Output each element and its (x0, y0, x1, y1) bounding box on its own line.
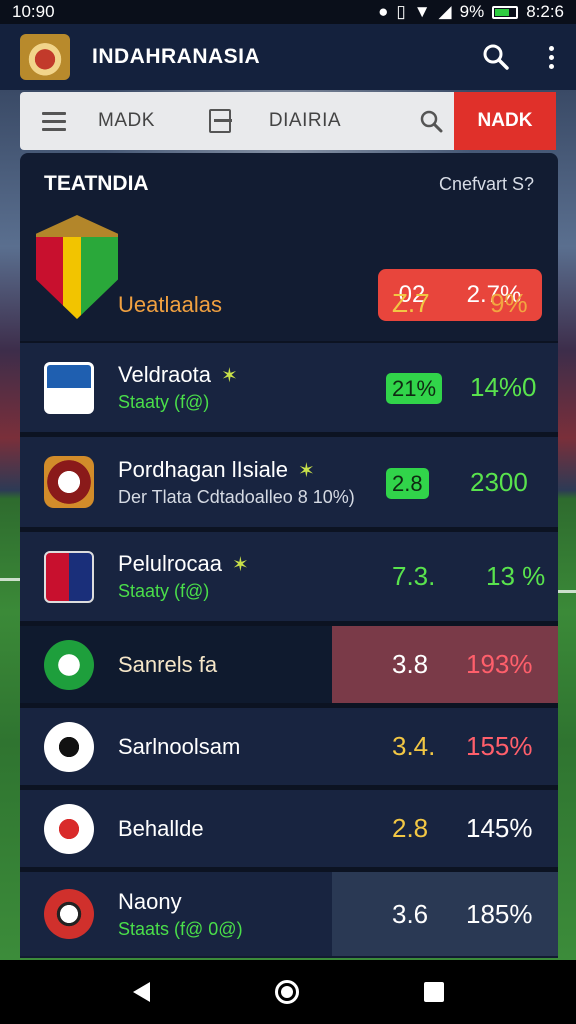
team-info: Pelulrocaa ✶ Staaty (f@) (118, 551, 249, 602)
table-row[interactable]: Sanrels fa 3.8 193% (20, 626, 558, 708)
team-name: Pelulrocaa (118, 551, 222, 576)
toolbar-tab-2[interactable]: DIAIRIA (269, 110, 341, 132)
table-row[interactable]: Pordhagan lIsiale ✶ Der Tlata Cdtadoalleo… (20, 437, 558, 532)
team-value-2: 193% (466, 649, 533, 679)
team-value-1: 3.4. (392, 731, 436, 761)
team-subtitle: Staaty (f@) (118, 581, 210, 601)
wifi-icon: ▼ (413, 2, 431, 21)
card-header: TEATNDIA Cnefvart S? (20, 153, 558, 215)
app-bar: INDAHRANASIA (0, 24, 576, 90)
value-pill: 21% (386, 373, 443, 404)
toolbar-tab-1[interactable]: MADK (98, 110, 155, 132)
recents-icon[interactable] (423, 982, 444, 1002)
team-info: Sarlnoolsam (118, 734, 240, 760)
table-row[interactable]: Behallde 2.8 145% (20, 790, 558, 872)
team-value-2: 2300 (470, 466, 528, 497)
toolbar-search-icon[interactable] (419, 109, 443, 133)
team-value-1: 3.6 (392, 898, 429, 929)
pitch-line (556, 590, 576, 593)
team-badge (44, 803, 94, 854)
team-name: Behallde (118, 815, 204, 841)
team-value-2: 13 % (486, 561, 546, 591)
menu-icon[interactable] (42, 111, 66, 131)
search-icon[interactable] (482, 43, 510, 71)
table-row[interactable]: Naony Staats (f@ 0@) 3.6 185% (20, 872, 558, 956)
team-info: Veldraota ✶ Staaty (f@) (118, 362, 238, 413)
toolbar-action-button[interactable]: NADK (454, 92, 556, 150)
team-value-2: 14%0 (470, 372, 537, 402)
app-logo (20, 34, 70, 80)
team-value-2: 185% (466, 898, 533, 929)
pitch-line (0, 578, 20, 581)
team-subtitle: Staaty (f@) (118, 392, 210, 412)
team-subtitle: Der Tlata Cdtadoalleo 8 10%) (118, 486, 355, 507)
featured-team-name: Ueatlaalas (118, 292, 222, 317)
team-value-1: 3.8 (392, 649, 429, 679)
team-info: Behallde (118, 816, 204, 842)
team-value-1: 2.8 (392, 813, 429, 843)
system-nav-bar (0, 960, 576, 1024)
featured-team-row[interactable]: 02 2.7% Ueatlaalas Z.7 9% (20, 215, 558, 343)
team-badge (44, 361, 94, 414)
table-row[interactable]: Pelulrocaa ✶ Staaty (f@) 7.3. 13 % (20, 532, 558, 626)
app-bar-actions (482, 43, 556, 71)
signal-icon: ◢ (438, 2, 452, 21)
table-row[interactable]: Sarlnoolsam 3.4. 155% (20, 708, 558, 790)
team-name: Sanrels fa (118, 651, 218, 677)
team-value-1: 21% (386, 372, 443, 404)
team-name: Naony (118, 888, 182, 914)
featured-team-crest (36, 215, 118, 319)
team-value-1: 7.3. (392, 561, 436, 591)
team-value-2: 155% (466, 731, 533, 761)
team-badge (44, 639, 94, 690)
featured-value-1: Z.7 (392, 288, 430, 318)
team-name: Pordhagan lIsiale (118, 456, 289, 482)
location-icon: ● (378, 2, 389, 21)
document-icon[interactable] (208, 109, 232, 133)
battery-icon (492, 5, 519, 19)
star-icon[interactable]: ✶ (298, 460, 315, 482)
status-bar: 10:90 ● ▯ ▼ ◢ 9% 8:2:6 (0, 0, 576, 24)
team-subtitle: Staats (f@ 0@) (118, 918, 243, 939)
star-icon[interactable]: ✶ (221, 365, 238, 387)
standings-card: TEATNDIA Cnefvart S? 02 2.7% Ueatlaalas … (20, 153, 558, 958)
team-value-1: 2.8 (386, 467, 429, 499)
team-info: Pordhagan lIsiale ✶ Der Tlata Cdtadoalleo… (118, 457, 355, 508)
toolbar: MADK DIAIRIA NADK (20, 92, 556, 150)
team-badge (44, 721, 94, 772)
team-name: Veldraota (118, 362, 211, 387)
team-badge (44, 550, 94, 603)
star-icon[interactable]: ✶ (232, 554, 249, 576)
back-icon[interactable] (132, 982, 150, 1002)
team-badge (44, 456, 94, 508)
card-title: TEATNDIA (44, 172, 149, 195)
table-row[interactable]: Veldraota ✶ Staaty (f@) 21% 14%0 (20, 343, 558, 437)
status-icons: ● ▯ ▼ ◢ 9% 8:2:6 (378, 2, 564, 22)
status-clock: 8:2:6 (526, 2, 564, 21)
featured-value-2: 9% (490, 288, 528, 318)
team-badge (44, 889, 94, 939)
home-icon[interactable] (274, 980, 299, 1004)
team-name: Sarlnoolsam (118, 733, 241, 759)
vibrate-icon: ▯ (396, 2, 406, 21)
app-title: INDAHRANASIA (92, 45, 261, 68)
status-time: 10:90 (12, 2, 55, 21)
battery-percent: 9% (459, 2, 485, 21)
card-filter[interactable]: Cnefvart S? (439, 174, 534, 195)
team-info: Naony Staats (f@ 0@) (118, 889, 243, 940)
more-options-icon[interactable] (546, 45, 556, 69)
value-pill: 2.8 (386, 467, 429, 499)
team-value-2: 145% (466, 813, 533, 843)
team-info: Sanrels fa (118, 652, 217, 678)
